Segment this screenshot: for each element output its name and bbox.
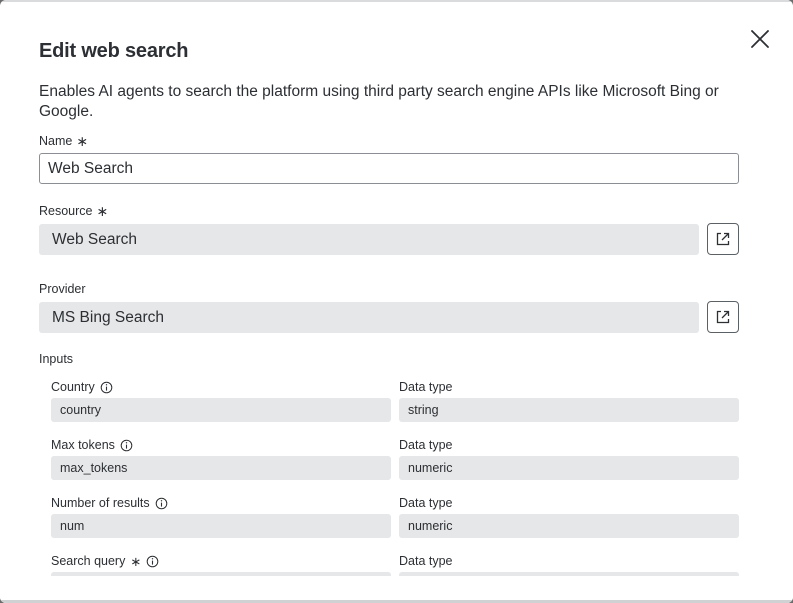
dialog-title: Edit web search [39, 40, 189, 62]
name-input[interactable] [39, 153, 739, 184]
open-provider-button[interactable] [707, 301, 739, 333]
close-icon [751, 30, 769, 48]
input-label-search-query: Search query ∗ [51, 554, 159, 568]
data-type-label: Data type [399, 438, 453, 452]
info-icon[interactable] [146, 555, 159, 568]
dialog-top-border [0, 0, 793, 2]
input-label-text: Country [51, 380, 95, 394]
open-resource-button[interactable] [707, 223, 739, 255]
name-required-mark: ∗ [76, 133, 89, 149]
search-query-required-mark: ∗ [130, 553, 142, 569]
input-label-text: Number of results [51, 496, 150, 510]
provider-field: MS Bing Search [39, 302, 699, 333]
name-label: Name ∗ [39, 134, 88, 148]
data-type-label: Data type [399, 554, 453, 568]
data-type-label: Data type [399, 380, 453, 394]
input-label-number-of-results: Number of results [51, 496, 168, 510]
input-value-field: num [51, 514, 391, 538]
external-link-icon [716, 232, 730, 246]
close-button[interactable] [748, 27, 772, 51]
data-type-field: string [399, 398, 739, 422]
external-link-icon [716, 310, 730, 324]
resource-label: Resource ∗ [39, 204, 108, 218]
data-type-label: Data type [399, 496, 453, 510]
info-icon[interactable] [120, 439, 133, 452]
resource-field: Web Search [39, 224, 699, 255]
input-value-field: max_tokens [51, 456, 391, 480]
edit-web-search-dialog: Edit web search Enables AI agents to sea… [0, 0, 793, 603]
input-label-text: Search query [51, 554, 126, 568]
inputs-section-label: Inputs [39, 352, 74, 366]
dialog-description: Enables AI agents to search the platform… [39, 83, 719, 120]
resource-required-mark: ∗ [96, 203, 109, 219]
name-label-text: Name [39, 134, 73, 148]
input-label-text: Max tokens [51, 438, 115, 452]
data-type-field: numeric [399, 456, 739, 480]
info-icon[interactable] [100, 381, 113, 394]
provider-label: Provider [39, 282, 86, 296]
info-icon[interactable] [155, 497, 168, 510]
provider-label-text: Provider [39, 282, 86, 296]
input-value-field: country [51, 398, 391, 422]
scroll-clip-area [0, 576, 793, 603]
data-type-field: numeric [399, 514, 739, 538]
resource-label-text: Resource [39, 204, 93, 218]
input-label-country: Country [51, 380, 113, 394]
input-label-max-tokens: Max tokens [51, 438, 133, 452]
